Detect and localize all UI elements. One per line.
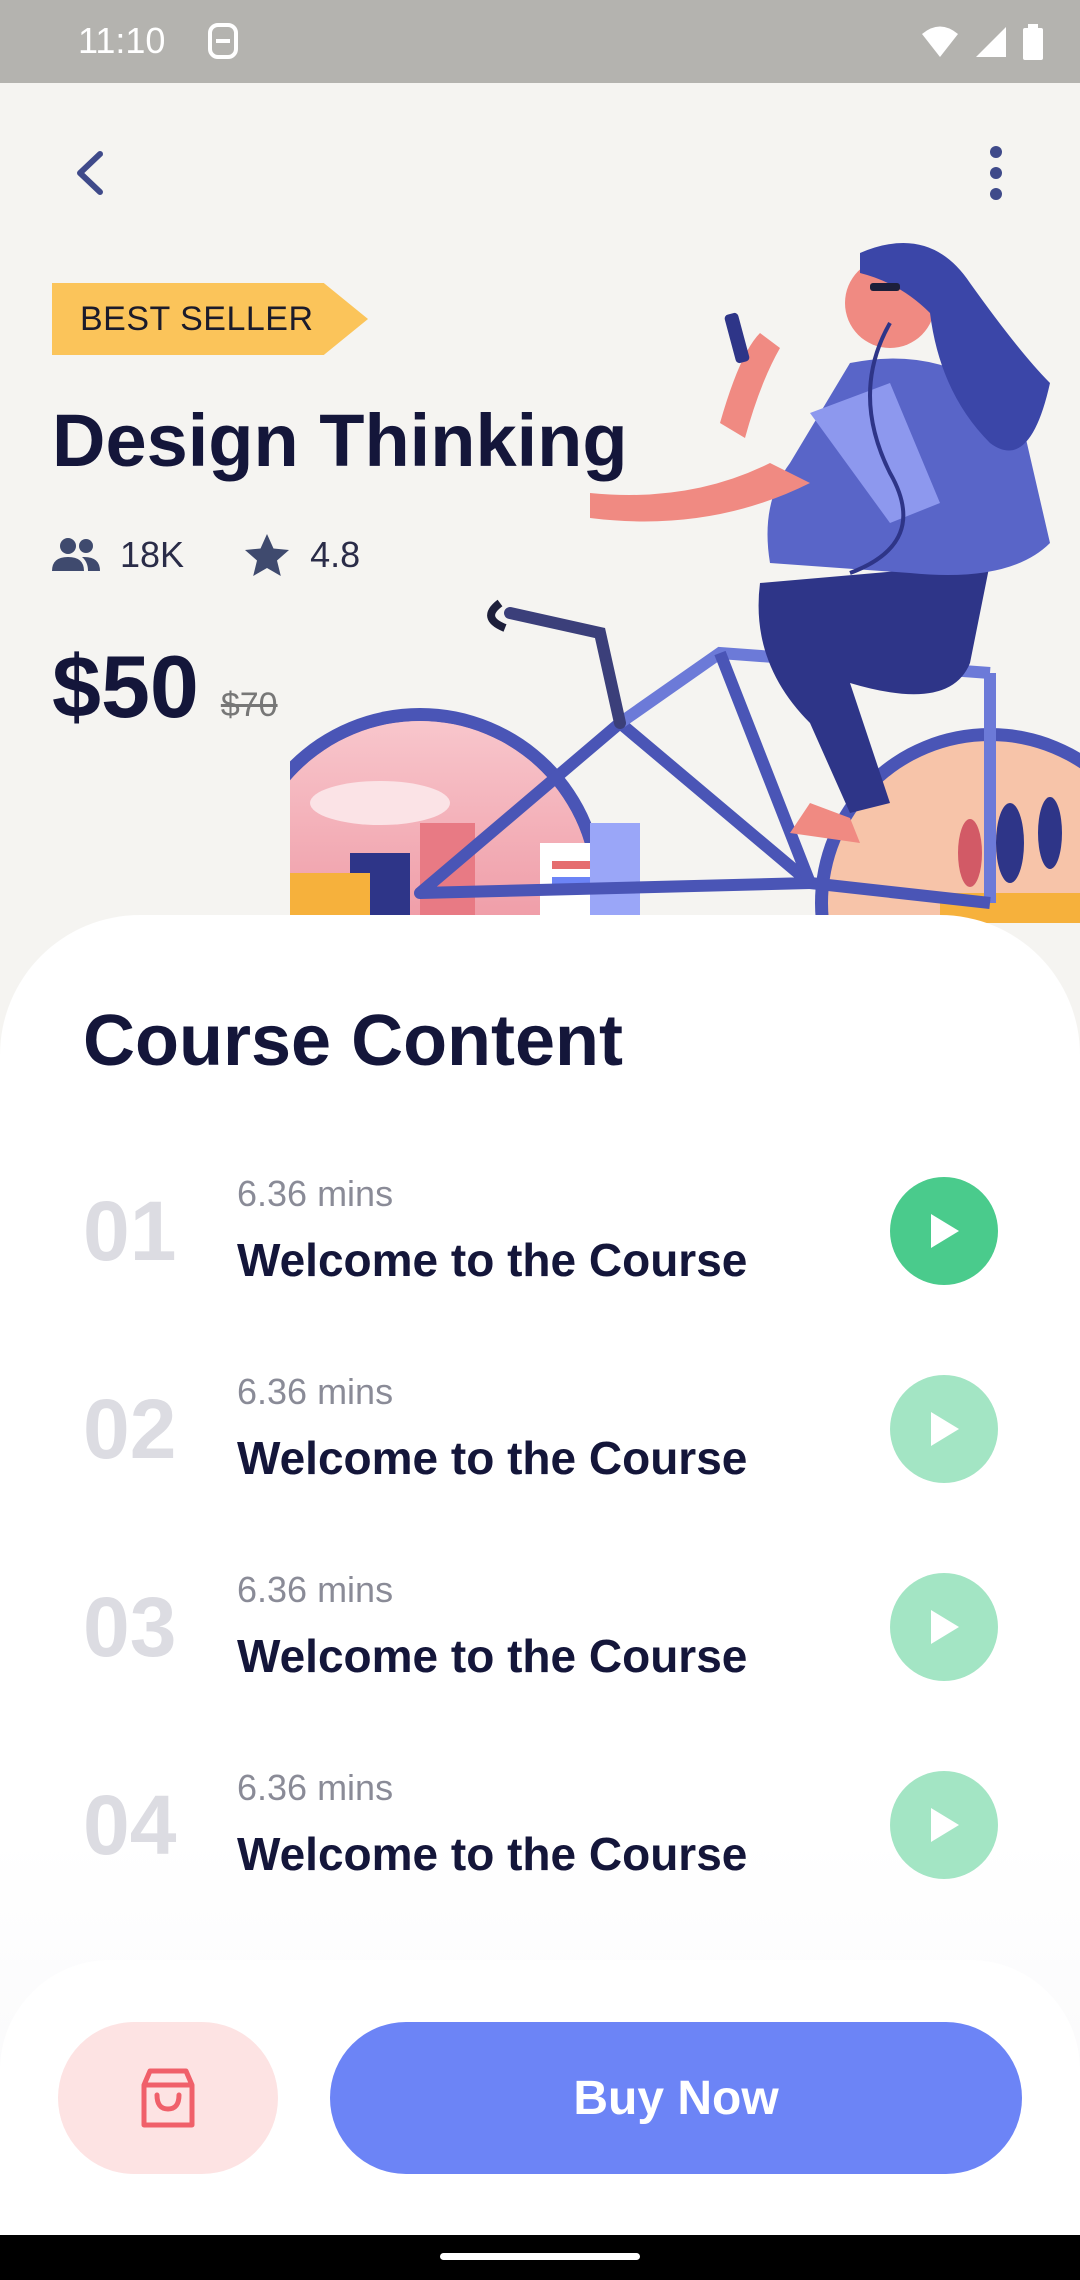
original-price: $70 (220, 686, 278, 724)
lesson-duration: 6.36 mins (237, 1569, 394, 1610)
course-hero: BEST SELLER Design Thinking 18K 4.8 $50 … (0, 83, 1080, 923)
more-vertical-icon (990, 146, 1002, 200)
course-meta: 18K 4.8 (52, 533, 360, 577)
add-to-cart-button[interactable] (58, 2022, 278, 2174)
lesson-number: 01 (83, 1184, 177, 1278)
best-seller-badge: BEST SELLER (52, 283, 368, 355)
status-icons (920, 24, 1044, 65)
play-icon (931, 1808, 959, 1842)
lesson-title: Welcome to the Course (237, 1234, 748, 1286)
lesson-duration: 6.36 mins (237, 1767, 394, 1808)
course-title: Design Thinking (52, 399, 628, 482)
star-icon (245, 534, 290, 576)
play-icon (931, 1610, 959, 1644)
bottom-action-bar: Buy Now (0, 1960, 1080, 2235)
play-button[interactable] (890, 1177, 998, 1285)
buy-now-button[interactable]: Buy Now (330, 2022, 1022, 2174)
rating: 4.8 (244, 533, 360, 577)
lesson-number: 04 (83, 1778, 177, 1872)
chevron-left-icon (77, 151, 103, 195)
lesson-item[interactable]: 04 6.36 mins Welcome to the Course (0, 1739, 1080, 1889)
play-icon (931, 1412, 959, 1446)
wifi-icon (920, 25, 960, 64)
system-nav-bar (0, 2235, 1080, 2280)
lesson-item[interactable]: 01 6.36 mins Welcome to the Course (0, 1145, 1080, 1295)
lesson-item[interactable]: 03 6.36 mins Welcome to the Course (0, 1541, 1080, 1691)
current-price: $50 (52, 637, 199, 736)
play-button[interactable] (890, 1771, 998, 1879)
lesson-title: Welcome to the Course (237, 1630, 748, 1682)
battery-icon (1022, 24, 1044, 65)
price-row: $50 $70 (52, 643, 278, 731)
lesson-item[interactable]: 02 6.36 mins Welcome to the Course (0, 1343, 1080, 1493)
users-icon (52, 538, 100, 571)
shopping-bag-icon (141, 2068, 195, 2128)
play-button[interactable] (890, 1375, 998, 1483)
play-icon (931, 1214, 959, 1248)
rating-value: 4.8 (310, 534, 361, 575)
play-button[interactable] (890, 1573, 998, 1681)
sim-icon (206, 22, 240, 65)
home-indicator[interactable] (440, 2253, 640, 2260)
course-content-heading: Course Content (83, 1001, 623, 1081)
lesson-number: 02 (83, 1382, 177, 1476)
back-button[interactable] (60, 143, 120, 203)
more-options-button[interactable] (966, 143, 1026, 203)
lesson-duration: 6.36 mins (237, 1173, 394, 1214)
lesson-duration: 6.36 mins (237, 1371, 394, 1412)
students-count: 18K (52, 534, 184, 576)
signal-icon (974, 25, 1008, 64)
lesson-title: Welcome to the Course (237, 1828, 748, 1880)
lesson-title: Welcome to the Course (237, 1432, 748, 1484)
status-time: 11:10 (78, 20, 166, 61)
lesson-number: 03 (83, 1580, 177, 1674)
students-value: 18K (120, 534, 185, 575)
status-bar: 11:10 (0, 0, 1080, 83)
cyclist-illustration (290, 243, 1080, 923)
